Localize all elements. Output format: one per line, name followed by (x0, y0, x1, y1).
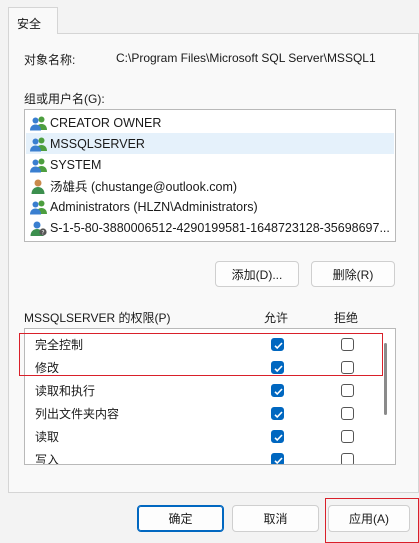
permission-label: 列出文件夹内容 (35, 407, 120, 421)
checkmark-icon (274, 411, 283, 419)
permission-row-list-folder: 列出文件夹内容 (25, 402, 381, 425)
list-item-label: CREATOR OWNER (50, 115, 162, 130)
tab-security[interactable]: 安全 (8, 7, 58, 34)
list-item-label: MSSQLSERVER (50, 136, 145, 151)
user-group-icon (30, 116, 47, 130)
allow-checkbox[interactable] (271, 384, 284, 397)
user-group-icon (30, 200, 47, 214)
tab-security-label: 安全 (17, 17, 42, 31)
permission-row-read-execute: 读取和执行 (25, 379, 381, 402)
user-icon (31, 179, 45, 194)
ok-button[interactable]: 确定 (137, 505, 224, 532)
permission-label: 读取 (35, 430, 60, 444)
list-item[interactable]: ? S-1-5-80-3880006512-4290199581-1648723… (26, 217, 394, 238)
object-name-label: 对象名称: (24, 53, 76, 67)
checkmark-icon (274, 434, 283, 442)
permission-list-scrollbar[interactable] (384, 343, 387, 415)
checkmark-icon (274, 388, 283, 396)
list-item-label: Administrators (HLZN\Administrators) (50, 199, 258, 214)
allow-checkbox[interactable] (271, 407, 284, 420)
permission-row-write: 写入 (25, 448, 381, 465)
checkmark-icon (274, 457, 283, 464)
deny-column-header: 拒绝 (334, 311, 359, 325)
object-name-value: C:\Program Files\Microsoft SQL Server\MS… (116, 51, 376, 65)
permission-label: 读取和执行 (35, 384, 96, 398)
list-item-label: SYSTEM (50, 157, 102, 172)
deny-checkbox[interactable] (341, 384, 354, 397)
deny-checkbox[interactable] (341, 407, 354, 420)
allow-column-header: 允许 (264, 311, 289, 325)
list-item[interactable]: SYSTEM (26, 154, 394, 175)
unknown-user-icon: ? (30, 221, 47, 236)
deny-checkbox[interactable] (341, 430, 354, 443)
list-item-label: S-1-5-80-3880006512-4290199581-164872312… (50, 220, 390, 235)
cancel-button[interactable]: 取消 (232, 505, 319, 532)
add-button[interactable]: 添加(D)... (215, 261, 299, 287)
user-group-icon (30, 158, 47, 172)
permission-row-read: 读取 (25, 425, 381, 448)
groups-label: 组或用户名(G): (24, 92, 105, 106)
highlight-box-permissions (19, 333, 383, 376)
list-item[interactable]: 汤雄兵 (chustange@outlook.com) (26, 175, 394, 196)
highlight-box-apply (325, 498, 419, 543)
list-item-selected[interactable]: MSSQLSERVER (26, 133, 394, 154)
list-item-label: 汤雄兵 (chustange@outlook.com) (50, 180, 238, 194)
group-user-list[interactable]: CREATOR OWNER MSSQLSERVER SYSTEM 汤雄兵 (ch… (24, 109, 396, 242)
allow-checkbox[interactable] (271, 453, 284, 464)
list-item[interactable]: Administrators (HLZN\Administrators) (26, 196, 394, 217)
svg-text:?: ? (41, 229, 44, 236)
permission-label: 写入 (35, 453, 60, 465)
allow-checkbox[interactable] (271, 430, 284, 443)
remove-button[interactable]: 删除(R) (311, 261, 395, 287)
user-group-icon (30, 137, 47, 151)
list-item[interactable]: CREATOR OWNER (26, 112, 394, 133)
deny-checkbox[interactable] (341, 453, 354, 464)
permissions-title: MSSQLSERVER 的权限(P) (24, 311, 171, 325)
